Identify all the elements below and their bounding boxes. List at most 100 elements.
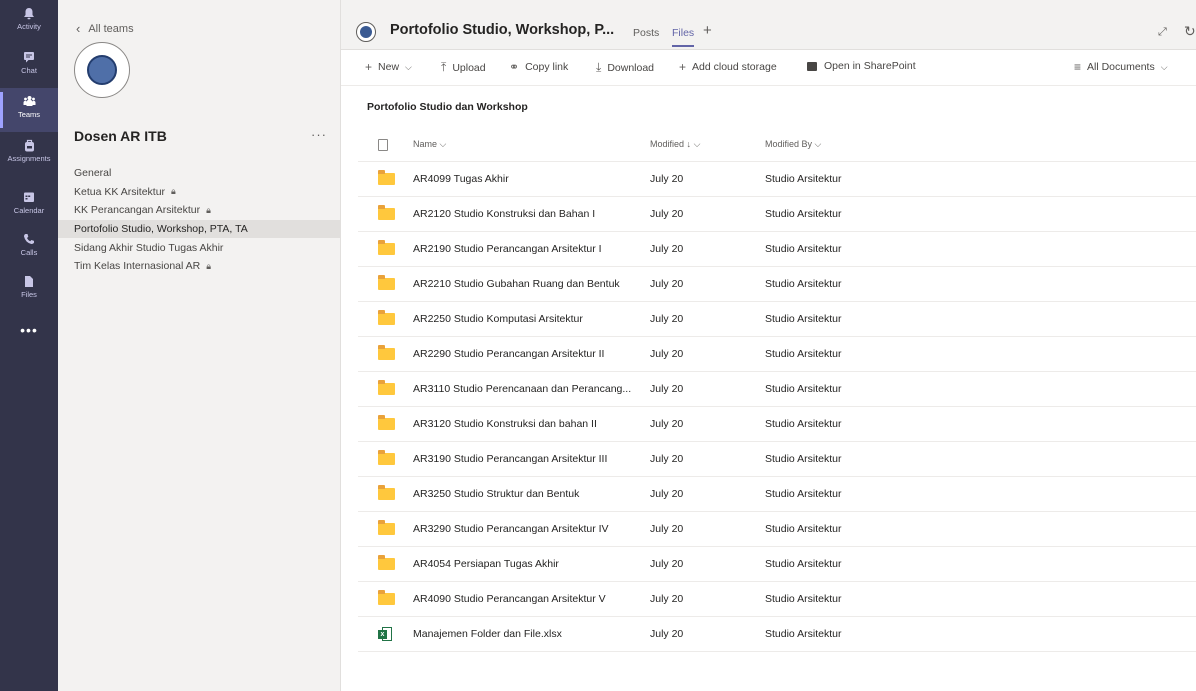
file-name[interactable]: AR2210 Studio Gubahan Ruang dan Bentuk — [413, 278, 650, 290]
sort-down-icon: ↓ — [686, 139, 692, 149]
rail-label: Files — [21, 290, 37, 299]
rail-activity[interactable]: Activity — [0, 0, 58, 44]
table-row[interactable]: AR2120 Studio Konstruksi dan Bahan I July… — [358, 197, 1196, 232]
expand-icon[interactable]: ⤢ — [1158, 26, 1167, 39]
download-button[interactable]: ⤓ Download — [596, 60, 654, 75]
channel-tim-kelas[interactable]: Tim Kelas Internasional AR 🔒︎ — [58, 257, 341, 276]
open-sharepoint-label: Open in SharePoint — [824, 60, 916, 72]
file-modified-by: Studio Arsitektur — [765, 523, 842, 535]
app-rail: Activity Chat Teams Assignments Calendar… — [0, 0, 58, 691]
rail-assignments[interactable]: Assignments — [0, 132, 58, 176]
table-row[interactable]: AR4099 Tugas Akhir July 20 Studio Arsitekt… — [358, 162, 1196, 197]
add-tab-button[interactable]: + — [703, 22, 712, 39]
channel-sidang-akhir[interactable]: Sidang Akhir Studio Tugas Akhir — [58, 238, 341, 257]
column-modified[interactable]: Modified ↓ ⌵ — [650, 139, 765, 150]
channel-kk-perancangan[interactable]: KK Perancangan Arsitektur 🔒︎ — [58, 201, 341, 220]
tab-files[interactable]: Files — [672, 27, 695, 47]
rail-label: Chat — [21, 66, 37, 75]
view-selector[interactable]: ≡ All Documents ⌵ — [1074, 60, 1168, 74]
rail-label: Teams — [17, 110, 41, 119]
filter-icon: ≡ — [1074, 60, 1082, 74]
file-name[interactable]: AR4054 Persiapan Tugas Akhir — [413, 558, 650, 570]
file-modified: July 20 — [650, 558, 684, 570]
file-modified-by: Studio Arsitektur — [765, 383, 842, 395]
phone-icon — [22, 232, 36, 246]
files-table: Name ⌵ Modified ↓ ⌵ Modified By ⌵ AR4099… — [358, 128, 1196, 652]
more-apps-button[interactable]: ••• — [0, 322, 58, 338]
chevron-down-icon: ⌵ — [814, 139, 822, 149]
table-row[interactable]: x Manajemen Folder dan File.xlsx July 20 St… — [358, 617, 1196, 652]
folder-icon — [378, 520, 395, 535]
download-label: Download — [607, 61, 655, 74]
file-name[interactable]: AR3120 Studio Konstruksi dan bahan II — [413, 418, 650, 430]
chevron-down-icon: ⌵ — [439, 139, 447, 149]
table-row[interactable]: AR2250 Studio Komputasi Arsitektur July 2… — [358, 302, 1196, 337]
open-sharepoint-button[interactable]: Open in SharePoint — [807, 60, 916, 72]
folder-icon — [378, 205, 395, 220]
table-row[interactable]: AR3110 Studio Perencanaan dan Perancang.… — [358, 372, 1196, 407]
file-name[interactable]: AR4090 Studio Perancangan Arsitektur V — [413, 593, 650, 605]
upload-button[interactable]: ⤒ Upload — [441, 60, 486, 75]
channel-ketua-kk[interactable]: Ketua KK Arsitektur 🔒︎ — [58, 183, 341, 202]
tab-posts[interactable]: Posts — [633, 27, 659, 39]
team-more-options-button[interactable]: ··· — [311, 127, 327, 142]
copy-link-button[interactable]: ⚭ Copy link — [509, 60, 568, 74]
table-row[interactable]: AR3250 Studio Struktur dan Bentuk July 20… — [358, 477, 1196, 512]
all-teams-label: All teams — [88, 22, 134, 35]
add-cloud-storage-button[interactable]: + Add cloud storage — [679, 60, 777, 74]
file-modified: July 20 — [650, 418, 684, 430]
chevron-down-icon: ⌵ — [405, 61, 412, 72]
file-modified: July 20 — [650, 208, 684, 220]
file-modified-by: Studio Arsitektur — [765, 278, 842, 290]
refresh-icon[interactable]: ↻ — [1184, 23, 1196, 40]
column-name[interactable]: Name ⌵ — [413, 139, 650, 150]
channel-label: KK Perancangan Arsitektur — [74, 204, 201, 217]
table-row[interactable]: AR4090 Studio Perancangan Arsitektur V Ju… — [358, 582, 1196, 617]
file-name[interactable]: AR2290 Studio Perancangan Arsitektur II — [413, 348, 650, 360]
view-label: All Documents — [1087, 61, 1155, 73]
file-name[interactable]: AR2190 Studio Perancangan Arsitektur I — [413, 243, 650, 255]
channel-label: General — [74, 167, 112, 180]
channel-title: Portofolio Studio, Workshop, P... — [390, 22, 615, 38]
file-name[interactable]: AR3250 Studio Struktur dan Bentuk — [413, 488, 650, 500]
file-modified: July 20 — [650, 313, 684, 325]
table-row[interactable]: AR2210 Studio Gubahan Ruang dan Bentuk Ju… — [358, 267, 1196, 302]
file-modified: July 20 — [650, 628, 684, 640]
file-name[interactable]: AR2250 Studio Komputasi Arsitektur — [413, 313, 650, 325]
file-name[interactable]: AR3110 Studio Perencanaan dan Perancang.… — [413, 383, 650, 395]
main-content: Portofolio Studio, Workshop, P... Posts … — [341, 0, 1196, 691]
file-name[interactable]: AR2120 Studio Konstruksi dan Bahan I — [413, 208, 650, 220]
rail-label: Calendar — [13, 206, 45, 215]
lock-icon: 🔒︎ — [206, 204, 211, 215]
channel-portofolio[interactable]: Portofolio Studio, Workshop, PTA, TA — [58, 219, 341, 239]
folder-icon — [378, 415, 395, 430]
file-name[interactable]: Manajemen Folder dan File.xlsx — [413, 628, 650, 640]
rail-calendar[interactable]: Calendar — [0, 184, 58, 228]
folder-icon — [378, 170, 395, 185]
file-type-icon — [378, 138, 388, 151]
rail-chat[interactable]: Chat — [0, 44, 58, 88]
channel-general[interactable]: General — [58, 164, 341, 183]
new-button[interactable]: + New ⌵ — [365, 60, 412, 74]
team-name: Dosen AR ITB — [74, 128, 167, 144]
file-name[interactable]: AR3190 Studio Perancangan Arsitektur III — [413, 453, 650, 465]
table-row[interactable]: AR3120 Studio Konstruksi dan bahan II Jul… — [358, 407, 1196, 442]
table-row[interactable]: AR2190 Studio Perancangan Arsitektur I Ju… — [358, 232, 1196, 267]
file-modified: July 20 — [650, 488, 684, 500]
table-row[interactable]: AR3290 Studio Perancangan Arsitektur IV J… — [358, 512, 1196, 547]
file-name[interactable]: AR3290 Studio Perancangan Arsitektur IV — [413, 523, 650, 535]
rail-teams[interactable]: Teams — [0, 88, 58, 132]
all-teams-link[interactable]: ‹ All teams — [76, 21, 134, 36]
channel-list: General Ketua KK Arsitektur 🔒︎ KK Peranca… — [58, 164, 341, 276]
plus-icon: + — [365, 60, 373, 74]
breadcrumb: Portofolio Studio dan Workshop — [367, 101, 528, 113]
table-row[interactable]: AR3190 Studio Perancangan Arsitektur III… — [358, 442, 1196, 477]
rail-files[interactable]: Files — [0, 268, 58, 312]
file-modified: July 20 — [650, 593, 684, 605]
column-modified-by[interactable]: Modified By ⌵ — [765, 139, 1196, 150]
table-row[interactable]: AR2290 Studio Perancangan Arsitektur II J… — [358, 337, 1196, 372]
table-row[interactable]: AR4054 Persiapan Tugas Akhir July 20 Studi… — [358, 547, 1196, 582]
file-name[interactable]: AR4099 Tugas Akhir — [413, 173, 650, 185]
rail-calls[interactable]: Calls — [0, 226, 58, 270]
channel-label: Portofolio Studio, Workshop, PTA, TA — [74, 223, 248, 236]
